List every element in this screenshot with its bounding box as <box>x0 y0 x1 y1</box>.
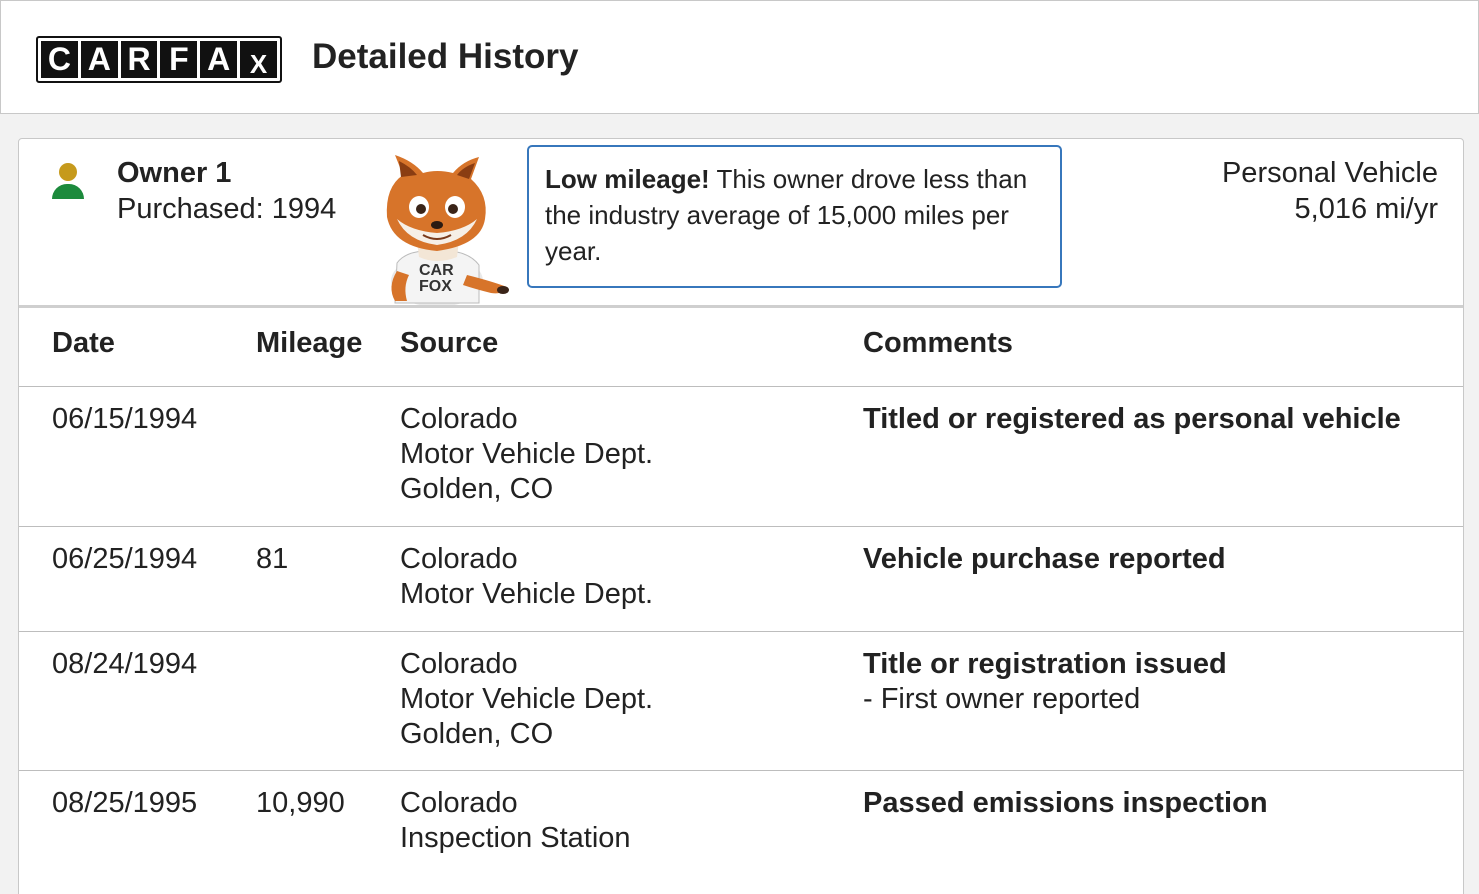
source-line: Colorado <box>400 403 518 435</box>
row-source: Colorado Motor Vehicle Dept. Golden, CO <box>400 647 653 752</box>
source-line: Colorado <box>400 787 518 819</box>
logo-letter: F <box>160 41 198 78</box>
row-comment: Titled or registered as personal vehicle <box>863 402 1401 437</box>
source-line: Colorado <box>400 648 518 680</box>
row-comment: Vehicle purchase reported <box>863 542 1226 577</box>
row-comment: Passed emissions inspection <box>863 786 1268 821</box>
column-header-mileage: Mileage <box>256 327 363 359</box>
row-mileage: 81 <box>256 543 289 575</box>
source-line: Inspection Station <box>400 822 631 854</box>
owner-title: Owner 1 <box>117 157 232 189</box>
comment-title: Titled or registered as personal vehicle <box>863 403 1401 435</box>
page-title: Detailed History <box>312 37 579 76</box>
comment-title: Title or registration issued <box>863 648 1227 680</box>
table-row: 08/25/1995 10,990 Colorado Inspection St… <box>19 771 1463 881</box>
row-comment: Title or registration issued - First own… <box>863 647 1227 717</box>
logo-letter: A <box>80 41 118 78</box>
logo-letter: R <box>120 41 158 78</box>
owner-purchased-year: Purchased: 1994 <box>117 193 337 225</box>
source-line: Motor Vehicle Dept. <box>400 683 654 715</box>
comment-title: Vehicle purchase reported <box>863 543 1226 575</box>
source-line: Golden, CO <box>400 718 554 750</box>
row-source: Colorado Inspection Station <box>400 786 631 856</box>
row-source: Colorado Motor Vehicle Dept. Golden, CO <box>400 402 653 507</box>
column-header-comments: Comments <box>863 327 1013 359</box>
page: C A R F A X Detailed History Owner 1 Pur… <box>0 0 1479 894</box>
source-line: Golden, CO <box>400 473 554 505</box>
report-header: C A R F A X Detailed History <box>0 0 1479 114</box>
owner-summary: Owner 1 Purchased: 1994 CAR FOX Low mile… <box>19 139 1463 307</box>
svg-text:FOX: FOX <box>419 278 452 295</box>
comment-title: Passed emissions inspection <box>863 787 1268 819</box>
logo-letter: X <box>240 41 277 79</box>
column-header-source: Source <box>400 327 499 359</box>
row-source: Colorado Motor Vehicle Dept. <box>400 542 653 612</box>
source-line: Motor Vehicle Dept. <box>400 438 654 470</box>
mascot-shirt-text: CAR <box>419 262 454 279</box>
row-mileage: 10,990 <box>256 787 345 819</box>
carfox-mascot-icon: CAR FOX <box>386 155 509 305</box>
vehicle-type: Personal Vehicle <box>1221 157 1438 189</box>
carfax-logo: C A R F A X <box>36 36 282 83</box>
vehicle-usage-summary: Personal Vehicle 5,016 mi/yr <box>1222 155 1438 227</box>
history-table: Date Mileage Source Comments 06/15/1994 … <box>19 308 1463 881</box>
row-date: 06/15/1994 <box>52 403 198 435</box>
table-row: 06/15/1994 Colorado Motor Vehicle Dept. … <box>19 387 1463 527</box>
comment-detail: - First owner reported <box>863 683 1141 715</box>
source-line: Colorado <box>400 543 518 575</box>
row-date: 06/25/1994 <box>52 543 198 575</box>
mileage-rate: 5,016 mi/yr <box>1294 193 1438 225</box>
owner-history-card: Owner 1 Purchased: 1994 CAR FOX Low mile… <box>18 138 1464 894</box>
row-date: 08/24/1994 <box>52 648 198 680</box>
logo-letter: C <box>41 41 78 78</box>
callout-heading: Low mileage! <box>545 164 710 194</box>
table-header-row: Date Mileage Source Comments <box>19 308 1463 387</box>
column-header-date: Date <box>52 327 115 359</box>
table-row: 08/24/1994 Colorado Motor Vehicle Dept. … <box>19 632 1463 771</box>
row-date: 08/25/1995 <box>52 787 198 819</box>
source-line: Motor Vehicle Dept. <box>400 578 654 610</box>
owner-person-icon <box>51 163 85 199</box>
logo-letter: A <box>200 41 238 78</box>
table-row: 06/25/1994 81 Colorado Motor Vehicle Dep… <box>19 527 1463 632</box>
low-mileage-callout: Low mileage! This owner drove less than … <box>527 145 1062 288</box>
